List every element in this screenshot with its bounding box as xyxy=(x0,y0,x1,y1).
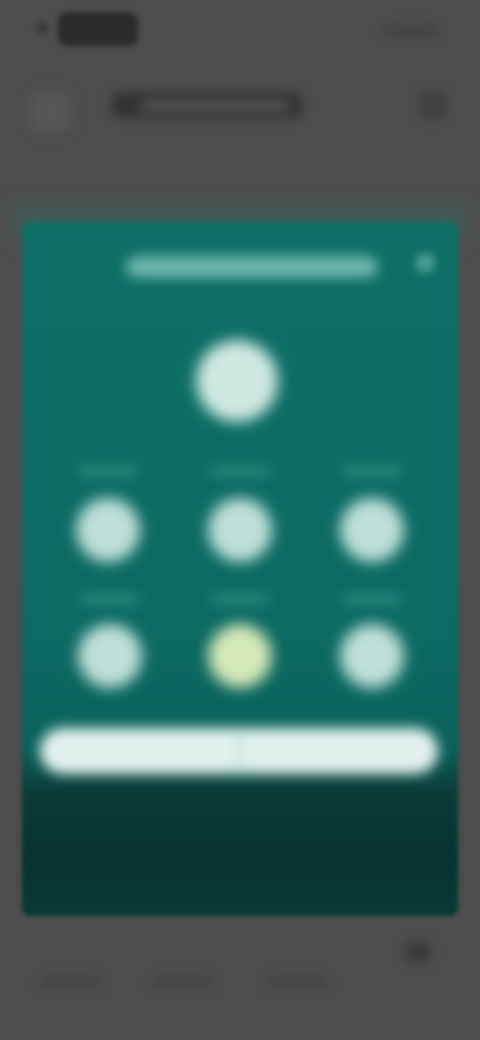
segment-left-button[interactable] xyxy=(40,728,238,774)
dialog-footer xyxy=(22,822,458,916)
option-button-6[interactable] xyxy=(340,624,404,688)
option-label-5 xyxy=(210,594,270,604)
back-icon[interactable] xyxy=(30,92,70,132)
primary-option-button[interactable] xyxy=(196,340,278,422)
option-label-2 xyxy=(210,466,270,476)
status-bar xyxy=(0,0,480,62)
more-icon[interactable] xyxy=(420,92,446,118)
option-label-3 xyxy=(342,466,402,476)
options-dialog xyxy=(22,222,458,916)
segmented-control xyxy=(40,728,438,774)
dialog-title xyxy=(126,256,378,278)
header-subtitle xyxy=(140,100,290,112)
nav-item-2[interactable] xyxy=(152,976,212,988)
screen xyxy=(0,0,480,1040)
option-button-2[interactable] xyxy=(208,498,272,562)
nav-item-1[interactable] xyxy=(40,976,100,988)
option-button-1[interactable] xyxy=(76,498,140,562)
nav-action-icon[interactable] xyxy=(406,942,430,962)
option-label-4 xyxy=(80,594,140,604)
option-button-4[interactable] xyxy=(78,624,142,688)
option-label-1 xyxy=(78,466,138,476)
bottom-nav xyxy=(0,930,480,1040)
status-icons xyxy=(382,24,440,38)
close-icon[interactable] xyxy=(416,254,434,272)
option-button-3[interactable] xyxy=(340,498,404,562)
status-time xyxy=(58,12,138,46)
option-button-5[interactable] xyxy=(208,624,272,688)
notification-dot-icon xyxy=(36,22,48,34)
option-label-6 xyxy=(342,594,402,604)
nav-item-3[interactable] xyxy=(268,976,328,988)
segment-right-button[interactable] xyxy=(241,728,438,774)
